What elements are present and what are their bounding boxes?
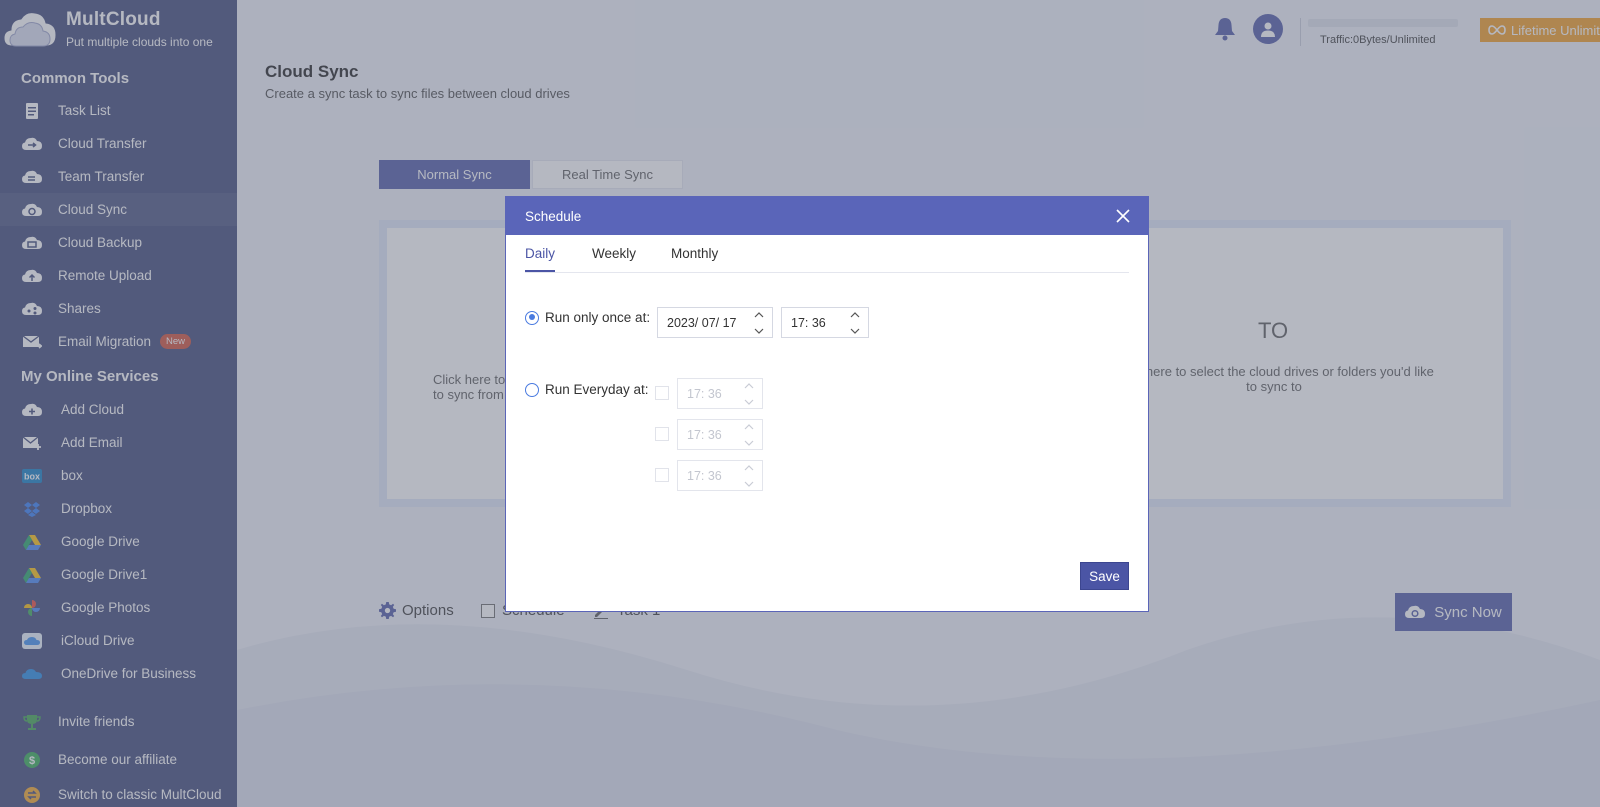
run-once-radio[interactable] — [525, 310, 539, 325]
schedule-dialog: Schedule Daily Weekly Monthly Run only o… — [505, 196, 1149, 612]
run-everyday-option[interactable]: Run Everyday at: — [525, 382, 649, 397]
tab-weekly[interactable]: Weekly — [592, 246, 636, 261]
dialog-header: Schedule — [506, 197, 1148, 235]
time-stepper-icon[interactable] — [744, 423, 754, 447]
run-everyday-radio[interactable] — [525, 382, 539, 397]
save-button[interactable]: Save — [1080, 562, 1129, 590]
everyday-time-1-checkbox[interactable] — [655, 386, 669, 400]
tab-daily[interactable]: Daily — [525, 246, 555, 261]
run-once-label: Run only once at: — [545, 310, 651, 325]
everyday-time-3-checkbox[interactable] — [655, 468, 669, 482]
active-tab-indicator — [525, 270, 555, 272]
time-stepper-icon[interactable] — [744, 464, 754, 488]
everyday-time-2-input[interactable]: 17: 36 — [677, 419, 763, 450]
everyday-time-2-checkbox[interactable] — [655, 427, 669, 441]
run-once-option[interactable]: Run only once at: — [525, 310, 650, 325]
time-stepper-icon[interactable] — [850, 311, 860, 335]
run-once-date-input[interactable]: 2023/ 07/ 17 — [657, 307, 773, 338]
schedule-tabs: Daily Weekly Monthly — [525, 235, 1129, 273]
run-once-time-input[interactable]: 17: 36 — [781, 307, 869, 338]
run-everyday-label: Run Everyday at: — [545, 382, 649, 397]
close-icon[interactable] — [1115, 208, 1131, 224]
date-stepper-icon[interactable] — [754, 311, 764, 335]
time-stepper-icon[interactable] — [744, 382, 754, 406]
everyday-time-3-input[interactable]: 17: 36 — [677, 460, 763, 491]
everyday-time-1-input[interactable]: 17: 36 — [677, 378, 763, 409]
dialog-title: Schedule — [525, 209, 582, 224]
tab-monthly[interactable]: Monthly — [671, 246, 718, 261]
